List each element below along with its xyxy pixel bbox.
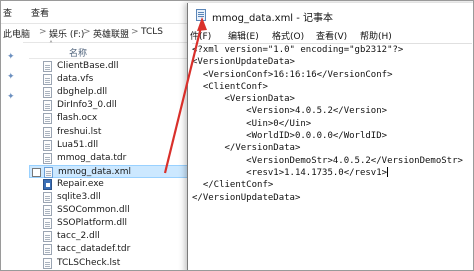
file-name: tacc_2.dll bbox=[57, 231, 100, 242]
pin-icon: ✦ bbox=[7, 92, 15, 102]
file-icon bbox=[43, 218, 52, 230]
file-icon bbox=[43, 61, 52, 72]
column-header-label: 名称 bbox=[69, 49, 88, 59]
screenshot-frame: 查 查看 此电脑 > 娱乐 (F:) > 英雄联盟 > TCLS ✦ ✦ ✦ ˄… bbox=[0, 0, 474, 271]
navigation-pane[interactable]: ✦ ✦ ✦ bbox=[1, 42, 23, 270]
breadcrumb-drive[interactable]: 娱乐 (F:) bbox=[49, 27, 84, 40]
file-icon bbox=[43, 126, 52, 138]
file-icon bbox=[43, 139, 52, 151]
file-row[interactable]: tacc_datadef.tdr bbox=[29, 243, 189, 256]
file-row[interactable]: data.vfs bbox=[29, 73, 189, 86]
file-row[interactable]: SSOCommon.dll bbox=[29, 204, 189, 217]
text-line: </ClientConf> bbox=[192, 180, 274, 191]
file-icon bbox=[43, 257, 52, 269]
file-name: sqlite3.dll bbox=[57, 192, 101, 202]
file-row[interactable]: mmog_data.tdr bbox=[29, 152, 189, 165]
menu-view[interactable]: 查看(V) bbox=[316, 29, 347, 42]
file-name: TCLSCheck.lst bbox=[57, 257, 121, 268]
file-icon bbox=[43, 244, 52, 256]
file-icon bbox=[43, 74, 52, 86]
file-row[interactable]: sqlite3.dll bbox=[29, 191, 189, 204]
file-list[interactable]: ˄ 名称 ClientBase.dll data.vfs dbghelp.dll Di… bbox=[29, 40, 189, 270]
breadcrumb-folder[interactable]: 英雄联盟 bbox=[93, 27, 129, 40]
file-row[interactable]: DirInfo3_0.dll bbox=[29, 99, 189, 112]
text-editor-area[interactable]: <?xml version="1.0" encoding="gb2312"?> <… bbox=[192, 43, 472, 270]
file-row[interactable]: tacc_2.dll bbox=[29, 230, 189, 243]
text-line: <VersionDemoStr>4.0.5.2</VersionDemoStr> bbox=[192, 155, 463, 166]
text-line: </VersionUpdateData> bbox=[192, 192, 301, 203]
notepad-titlebar[interactable]: mmog_data.xml - 记事本 bbox=[188, 3, 473, 27]
file-name: data.vfs bbox=[57, 74, 94, 85]
file-name: dbghelp.dll bbox=[57, 87, 108, 98]
file-icon bbox=[43, 152, 52, 164]
file-icon bbox=[43, 205, 52, 217]
menu-help[interactable]: 帮助(H) bbox=[360, 29, 392, 42]
file-icon bbox=[43, 113, 52, 125]
checkbox[interactable] bbox=[32, 167, 41, 177]
file-name: SSOPlatform.dll bbox=[57, 218, 128, 229]
file-row[interactable]: Repair.exe bbox=[29, 178, 189, 191]
file-row[interactable]: Lua51.dll bbox=[29, 139, 189, 152]
notepad-menubar: 件(F) 编辑(E) 格式(O) 查看(V) 帮助(H) bbox=[188, 27, 473, 43]
exe-file-icon bbox=[43, 178, 52, 190]
breadcrumb-separator: > bbox=[83, 27, 91, 37]
file-row[interactable]: mmog_data.xml bbox=[29, 164, 189, 178]
file-name: mmog_data.xml bbox=[58, 166, 131, 177]
text-line: <WorldID>0.0.0.0</WorldID> bbox=[192, 131, 388, 142]
text-line: </VersionData> bbox=[192, 143, 301, 154]
text-line: <Version>4.0.5.2</Version> bbox=[192, 106, 388, 117]
text-line: <VersionData> bbox=[192, 94, 295, 105]
file-icon bbox=[43, 192, 52, 203]
file-row[interactable]: freshui.lst bbox=[29, 126, 189, 139]
text-line: <?xml version="1.0" encoding="gb2312"?> bbox=[192, 45, 404, 55]
file-icon bbox=[43, 231, 52, 243]
window-title: mmog_data.xml - 记事本 bbox=[212, 13, 334, 24]
pin-icon: ✦ bbox=[7, 52, 15, 62]
chevron-up-icon: ˄ bbox=[49, 40, 53, 49]
menu-format[interactable]: 格式(O) bbox=[272, 29, 304, 42]
file-name: ClientBase.dll bbox=[57, 61, 119, 71]
text-line: <ClientConf> bbox=[192, 81, 268, 92]
menu-file[interactable]: 件(F) bbox=[190, 29, 211, 42]
text-line: <VersionConf>16:16:16</VersionConf> bbox=[192, 69, 393, 80]
file-row[interactable]: SSOPlatform.dll bbox=[29, 217, 189, 230]
file-name: freshui.lst bbox=[57, 126, 102, 137]
breadcrumb-separator: > bbox=[39, 27, 47, 37]
file-icon bbox=[43, 87, 52, 99]
text-line: <resv1>1.14.1735.0</resv1> bbox=[192, 166, 389, 178]
file-icon bbox=[44, 166, 53, 178]
text-line: <VersionUpdateData> bbox=[192, 57, 295, 68]
text-line: <Uin>0</Uin> bbox=[192, 118, 312, 129]
file-name: Repair.exe bbox=[57, 178, 104, 189]
file-row[interactable]: flash.ocx bbox=[29, 112, 189, 125]
file-icon bbox=[43, 100, 52, 112]
explorer-menu-view[interactable]: 查看 bbox=[31, 6, 49, 19]
notepad-window[interactable]: mmog_data.xml - 记事本 件(F) 编辑(E) 格式(O) 查看(… bbox=[187, 3, 473, 270]
notepad-app-icon bbox=[196, 9, 206, 21]
file-name: DirInfo3_0.dll bbox=[57, 100, 117, 111]
breadcrumb-computer[interactable]: 此电脑 bbox=[3, 27, 30, 40]
pin-icon: ✦ bbox=[7, 72, 15, 82]
text-caret bbox=[387, 166, 389, 177]
menu-edit[interactable]: 编辑(E) bbox=[228, 29, 259, 42]
file-name: flash.ocx bbox=[57, 113, 98, 124]
file-name: mmog_data.tdr bbox=[57, 152, 127, 163]
file-row[interactable]: TCLSCheck.lst bbox=[29, 257, 189, 270]
column-header-name[interactable]: ˄ 名称 bbox=[29, 40, 189, 59]
file-row[interactable]: ClientBase.dll bbox=[29, 60, 189, 73]
file-name: tacc_datadef.tdr bbox=[57, 244, 131, 255]
breadcrumb-subfolder[interactable]: TCLS bbox=[141, 27, 163, 37]
file-name: SSOCommon.dll bbox=[57, 205, 130, 216]
file-name: Lua51.dll bbox=[57, 139, 99, 150]
file-row[interactable]: dbghelp.dll bbox=[29, 86, 189, 99]
breadcrumb-separator: > bbox=[131, 27, 139, 37]
explorer-menu-item[interactable]: 查 bbox=[3, 6, 12, 19]
